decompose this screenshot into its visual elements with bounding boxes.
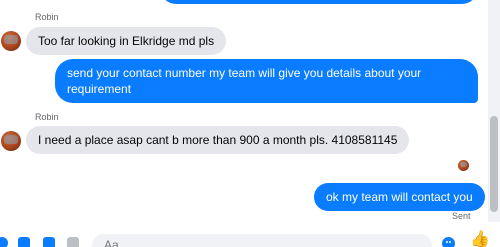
- avatar[interactable]: [1, 131, 21, 151]
- incoming-message[interactable]: Too far looking in Elkridge md pls: [26, 27, 227, 55]
- like-icon[interactable]: 👍: [470, 232, 490, 247]
- emoji-icon[interactable]: [442, 237, 455, 247]
- incoming-message[interactable]: I need a place asap cant b more than 900…: [26, 126, 410, 154]
- scrollbar[interactable]: [488, 0, 500, 222]
- sender-name: Robin: [35, 12, 59, 22]
- sender-name: Robin: [35, 112, 59, 122]
- sent-status: Sent: [452, 211, 471, 221]
- add-icon[interactable]: [0, 237, 8, 247]
- outgoing-message[interactable]: send your contact number my team will gi…: [55, 59, 478, 103]
- avatar[interactable]: [1, 31, 21, 51]
- outgoing-message[interactable]: ok my team will contact you: [314, 183, 485, 211]
- conversation-pane: Robin Too far looking in Elkridge md pls…: [0, 0, 488, 247]
- image-icon[interactable]: [18, 237, 30, 247]
- message-composer: 👍: [0, 228, 500, 247]
- previous-outgoing-bubble: [160, 0, 478, 4]
- message-input[interactable]: [92, 234, 432, 247]
- sticker-icon[interactable]: [43, 237, 55, 247]
- gif-icon[interactable]: [67, 237, 79, 247]
- read-receipt-avatar: [458, 160, 469, 171]
- scrollbar-thumb[interactable]: [490, 116, 498, 212]
